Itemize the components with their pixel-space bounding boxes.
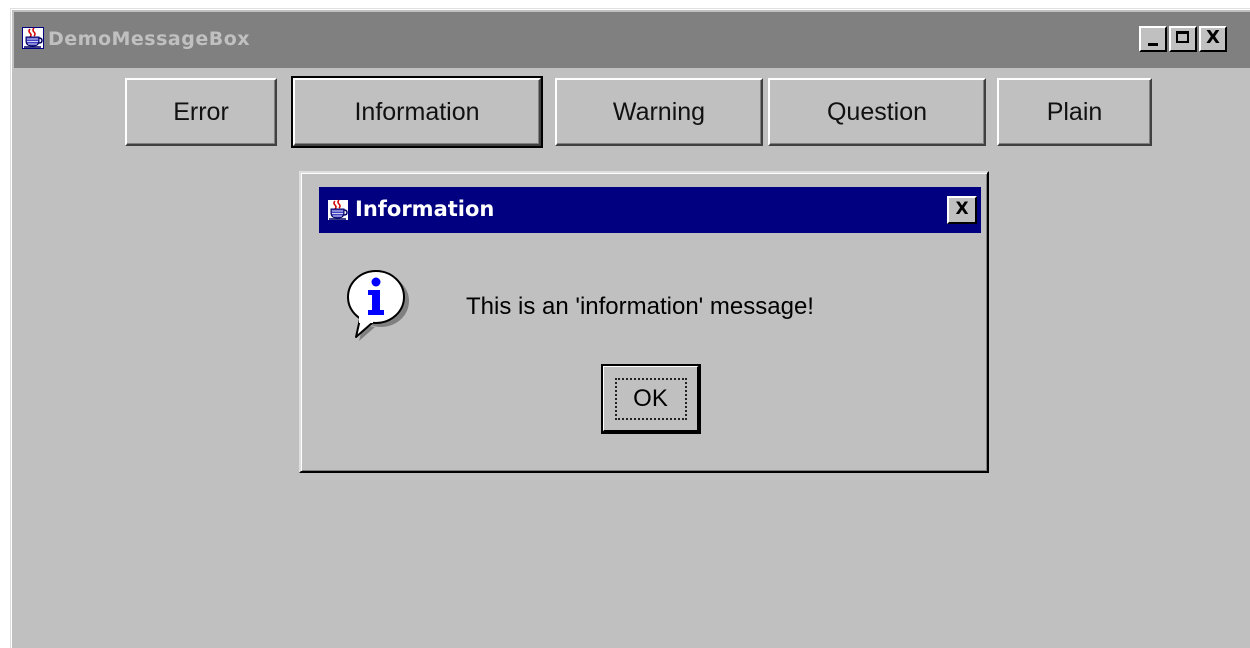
close-icon: X	[1206, 27, 1220, 48]
close-icon: X	[955, 199, 969, 219]
main-window: DemoMessageBox X Error Information Warni…	[10, 8, 1250, 648]
dialog-title: Information	[355, 197, 495, 221]
question-button[interactable]: Question	[768, 78, 986, 146]
dialog-titlebar[interactable]: Information X	[319, 187, 981, 233]
plain-button[interactable]: Plain	[997, 78, 1152, 146]
information-button-label: Information	[354, 97, 480, 126]
close-button[interactable]: X	[1199, 26, 1227, 52]
dialog-close-button[interactable]: X	[947, 196, 977, 224]
plain-button-label: Plain	[1046, 97, 1103, 126]
java-cup-icon	[22, 27, 44, 49]
warning-button[interactable]: Warning	[555, 78, 763, 146]
minimize-icon	[1148, 43, 1158, 46]
ok-button-label: OK	[614, 377, 687, 420]
maximize-button[interactable]	[1169, 26, 1197, 52]
error-button[interactable]: Error	[125, 78, 277, 146]
information-button[interactable]: Information	[291, 76, 543, 148]
warning-button-label: Warning	[612, 97, 706, 126]
java-cup-icon	[327, 199, 349, 221]
error-button-label: Error	[173, 97, 229, 126]
main-titlebar[interactable]: DemoMessageBox X	[14, 12, 1250, 68]
info-icon	[347, 270, 409, 341]
maximize-icon	[1176, 31, 1189, 43]
ok-button[interactable]: OK	[601, 364, 701, 434]
question-button-label: Question	[826, 97, 928, 126]
dialog-message: This is an 'information' message!	[466, 293, 814, 320]
minimize-button[interactable]	[1139, 26, 1167, 52]
information-dialog: Information X This is an 'information' m…	[299, 171, 989, 473]
window-title: DemoMessageBox	[48, 28, 251, 50]
